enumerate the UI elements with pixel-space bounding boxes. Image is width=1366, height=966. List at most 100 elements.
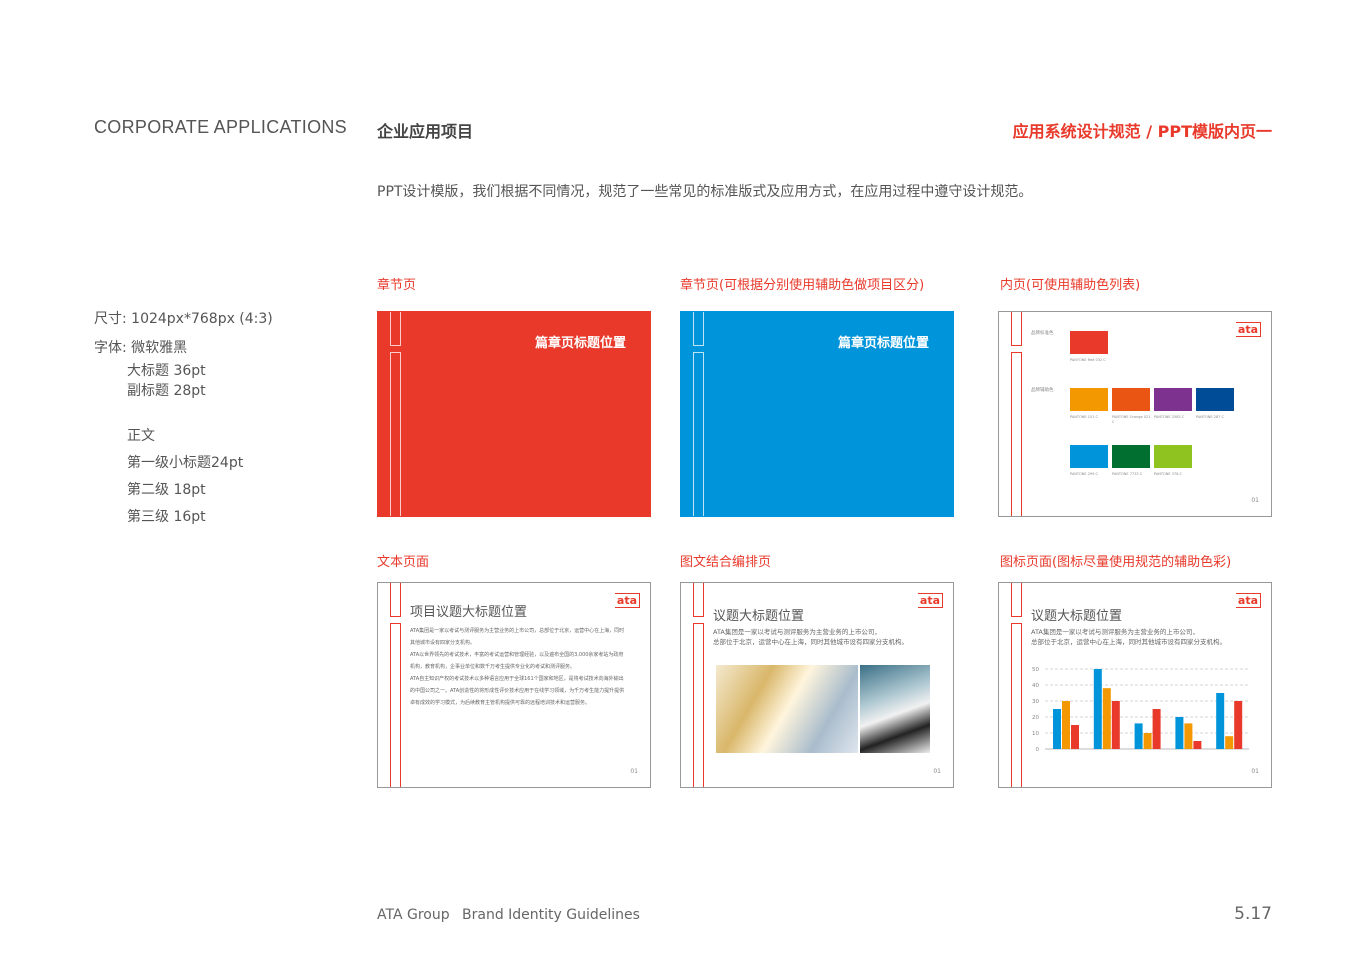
bar: [1102, 688, 1111, 749]
body-line: 卓有成效的学习模式，为后续教育主管机构提供可靠的远程培训技术和运营服务。: [410, 700, 591, 706]
footer-page: 5.17: [1234, 904, 1272, 924]
y-tick-label: 50: [1032, 667, 1039, 673]
bar: [1175, 717, 1184, 749]
spec-body: 正文: [127, 428, 155, 444]
bar: [1143, 733, 1152, 749]
color-swatch: [1196, 388, 1234, 411]
footer-doc: Brand Identity Guidelines: [462, 907, 640, 923]
slide-chapter-red: 篇章页标题位置: [377, 311, 651, 517]
spec-level2: 第二级 18pt: [127, 482, 206, 498]
label-chart: 图标页面(图标尽量使用规范的辅助色彩): [1000, 555, 1232, 570]
page-number: 01: [933, 768, 941, 775]
swatch-label: PANTONE 287 C: [1196, 415, 1224, 419]
spec-title: 大标题 36pt: [127, 363, 206, 379]
swatch-label: PANTONE Orange 021 C: [1112, 415, 1151, 424]
slide-title: 议题大标题位置: [713, 609, 805, 624]
margin-bar: [390, 583, 401, 617]
slide-chart: ata 议题大标题位置 ATA集团是一家以考试与测评服务为主营业务的上市公司， 总…: [998, 582, 1272, 788]
header-title-en: CORPORATE APPLICATIONS: [94, 117, 347, 137]
bar: [1111, 701, 1120, 749]
margin-bar: [693, 583, 704, 617]
building-photo: [716, 665, 858, 753]
body-line: 机构，教育机构，企事业单位和数千万考生提供专业化的考试和测评服务。: [410, 664, 576, 670]
bar: [1134, 723, 1143, 749]
page-number: 01: [1251, 497, 1259, 504]
bar: [1062, 701, 1070, 749]
footer-company: ATA Group: [377, 907, 450, 923]
spec-level1: 第一级小标题24pt: [127, 455, 244, 471]
bar: [1152, 709, 1161, 749]
y-tick-label: 30: [1032, 699, 1039, 705]
ata-logo: ata: [917, 593, 943, 608]
header-title-cn: 企业应用项目: [377, 122, 474, 141]
bar: [1225, 736, 1234, 749]
body-line: 其他城市设有四家分支机构。: [410, 640, 476, 646]
spec-subtitle: 副标题 28pt: [127, 383, 206, 399]
slide-title: 议题大标题位置: [1031, 609, 1123, 624]
body-line: ATA自主知识产权的考试技术以多种语言应用于全球161个国家和地区，是将考试技术…: [410, 676, 624, 682]
color-swatch: [1112, 445, 1150, 468]
margin-bar: [390, 312, 401, 346]
body-line: 的中国公司之一。ATA创造性的将形成性评价技术应用于在线学习领域，为千万考生能力…: [410, 688, 625, 694]
body-line: ATA集团是一家以考试与测评服务为主营业务的上市公司，总部位于北京，运营中心在上…: [410, 628, 625, 634]
spec-level3: 第三级 16pt: [127, 509, 206, 525]
bar: [1193, 741, 1202, 749]
color-swatch: [1070, 445, 1108, 468]
secondary-color-label: 品牌辅助色: [1031, 388, 1054, 393]
color-swatch: [1070, 388, 1108, 411]
margin-bar: [1011, 583, 1022, 617]
document-photo: [860, 665, 930, 753]
swatch-label: PANTONE Red 032 C: [1070, 358, 1106, 362]
slide-body: ATA集团是一家以考试与测评服务为主营业务的上市公司， 总部位于北京，运营中心在上…: [1031, 627, 1226, 647]
bar-chart: 0 10 20 30 40 50: [1032, 667, 1249, 753]
ata-logo: ata: [614, 593, 640, 608]
swatch-label: PANTONE 7733 C: [1112, 472, 1143, 476]
swatch-label: PANTONE 2583 C: [1154, 415, 1185, 419]
bar: [1093, 669, 1102, 749]
primary-color-label: 品牌标准色: [1031, 331, 1054, 336]
margin-bar: [693, 312, 704, 346]
slide-chapter-blue: 篇章页标题位置: [680, 311, 954, 517]
y-tick-label: 20: [1032, 715, 1039, 721]
y-tick-label: 0: [1036, 747, 1040, 753]
ata-logo: ata: [1235, 322, 1261, 337]
ata-logo: ata: [1235, 593, 1261, 608]
page-number: 01: [1251, 768, 1259, 775]
slide-colors: ata 品牌标准色 品牌辅助色 01 PANTONE Red 032 C PANT…: [998, 311, 1272, 517]
bar: [1053, 709, 1061, 749]
slide-text: ata 项目议题大标题位置 ATA集团是一家以考试与测评服务为主营业务的上市公司…: [377, 582, 651, 788]
swatch-label: PANTONE 151 C: [1070, 415, 1098, 419]
section-title: 应用系统设计规范 / PPT模版内页一: [1012, 122, 1272, 141]
body-line: ATA以世界领先的考试技术，丰富的考试运营和管理经验，以及遍布全国的3,000余…: [410, 652, 624, 658]
body-line: 总部位于北京，运营中心在上海，同时其他城市设有四家分支机构。: [1031, 638, 1226, 646]
label-chapter-red: 章节页: [377, 278, 417, 293]
slide-title: 项目议题大标题位置: [410, 605, 528, 620]
margin-bar: [693, 623, 704, 787]
margin-bar: [693, 352, 704, 516]
page-number: 01: [630, 768, 638, 775]
bar: [1184, 723, 1193, 749]
swatch-label: PANTONE 376 C: [1154, 472, 1182, 476]
color-swatch: [1154, 445, 1192, 468]
chapter-title: 篇章页标题位置: [837, 336, 929, 351]
y-tick-label: 10: [1032, 731, 1039, 737]
color-swatch: [1154, 388, 1192, 411]
body-line: 总部位于北京，运营中心在上海，同时其他城市设有四家分支机构。: [713, 638, 908, 646]
label-chapter-blue: 章节页(可根据分别使用辅助色做项目区分): [680, 278, 925, 293]
bar: [1216, 693, 1225, 749]
spec-size: 尺寸: 1024px*768px (4:3): [94, 311, 273, 327]
margin-bar: [1011, 352, 1022, 516]
body-line: ATA集团是一家以考试与测评服务为主营业务的上市公司，: [1031, 628, 1199, 636]
margin-bar: [390, 623, 401, 787]
slide-body: ATA集团是一家以考试与测评服务为主营业务的上市公司， 总部位于北京，运营中心在上…: [713, 627, 908, 647]
slide-image: ata 议题大标题位置 ATA集团是一家以考试与测评服务为主营业务的上市公司， 总…: [680, 582, 954, 788]
swatch-label: PANTONE 299 C: [1070, 472, 1098, 476]
chapter-title: 篇章页标题位置: [534, 336, 626, 351]
label-text: 文本页面: [377, 555, 430, 570]
label-colors: 内页(可使用辅助色列表): [1000, 278, 1141, 293]
body-line: ATA集团是一家以考试与测评服务为主营业务的上市公司，: [713, 628, 881, 636]
margin-bar: [390, 352, 401, 516]
y-tick-label: 40: [1032, 683, 1039, 689]
margin-bar: [1011, 312, 1022, 346]
intro-text: PPT设计模版，我们根据不同情况，规范了一些常见的标准版式及应用方式，在应用过程…: [377, 184, 1033, 200]
